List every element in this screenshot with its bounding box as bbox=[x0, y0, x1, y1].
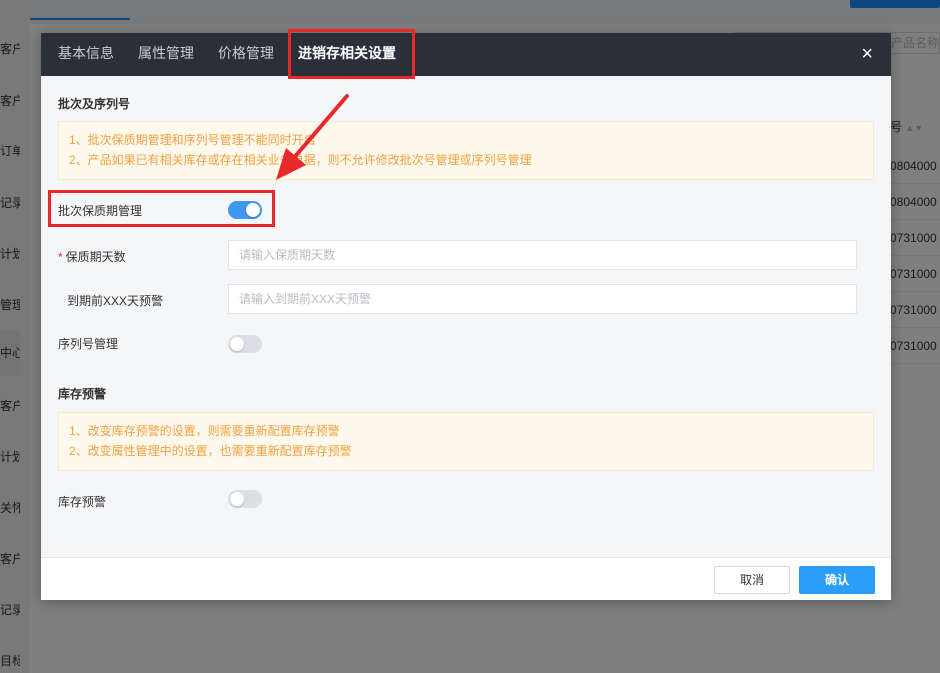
shelf-life-days-label: * 保质期天数 bbox=[58, 248, 126, 265]
shelf-life-days-input[interactable] bbox=[228, 240, 857, 270]
section-title-batch: 批次及序列号 bbox=[58, 97, 131, 111]
batch-notice: 1、批次保质期管理和序列号管理不能同时开启 2、产品如果已有相关库存或存在相关业… bbox=[58, 121, 874, 180]
modal-footer: 取消 确认 bbox=[41, 557, 891, 600]
serial-number-toggle[interactable] bbox=[228, 335, 262, 353]
product-settings-modal: 基本信息 属性管理 价格管理 进销存相关设置 × 批次及序列号 1、批次保质期管… bbox=[41, 33, 891, 600]
expiry-warning-input[interactable] bbox=[228, 284, 857, 314]
toggle-knob bbox=[230, 492, 244, 506]
expiry-warning-label: 到期前XXX天预警 bbox=[67, 294, 164, 308]
required-mark: * bbox=[58, 250, 63, 264]
annotation-box-tab bbox=[288, 29, 415, 79]
tab-basic-info[interactable]: 基本信息 bbox=[58, 33, 114, 76]
notice-line: 1、改变库存预警的设置，则需要重新配置库存预警 bbox=[69, 424, 340, 438]
tab-attribute-management[interactable]: 属性管理 bbox=[138, 33, 194, 76]
stock-warning-toggle[interactable] bbox=[228, 490, 262, 508]
serial-number-label: 序列号管理 bbox=[58, 337, 119, 351]
confirm-button[interactable]: 确认 bbox=[799, 566, 875, 594]
toggle-knob bbox=[230, 337, 244, 351]
notice-line: 2、产品如果已有相关库存或存在相关业务单据，则不允许修改批次号管理或序列号管理 bbox=[69, 153, 532, 167]
notice-line: 1、批次保质期管理和序列号管理不能同时开启 bbox=[69, 133, 316, 147]
cancel-button[interactable]: 取消 bbox=[714, 566, 790, 594]
stock-warning-notice: 1、改变库存预警的设置，则需要重新配置库存预警 2、改变属性管理中的设置，也需要… bbox=[58, 412, 874, 471]
modal-body: 批次及序列号 1、批次保质期管理和序列号管理不能同时开启 2、产品如果已有相关库… bbox=[41, 76, 891, 557]
annotation-box-toggle bbox=[48, 190, 275, 227]
tab-price-management[interactable]: 价格管理 bbox=[218, 33, 274, 76]
section-title-stock-warning: 库存预警 bbox=[58, 387, 107, 401]
notice-line: 2、改变属性管理中的设置，也需要重新配置库存预警 bbox=[69, 444, 352, 458]
shelf-life-days-text: 保质期天数 bbox=[65, 250, 126, 264]
close-icon[interactable]: × bbox=[861, 43, 873, 65]
modal-header: 基本信息 属性管理 价格管理 进销存相关设置 × bbox=[41, 33, 891, 76]
stock-warning-label: 库存预警 bbox=[58, 495, 107, 509]
